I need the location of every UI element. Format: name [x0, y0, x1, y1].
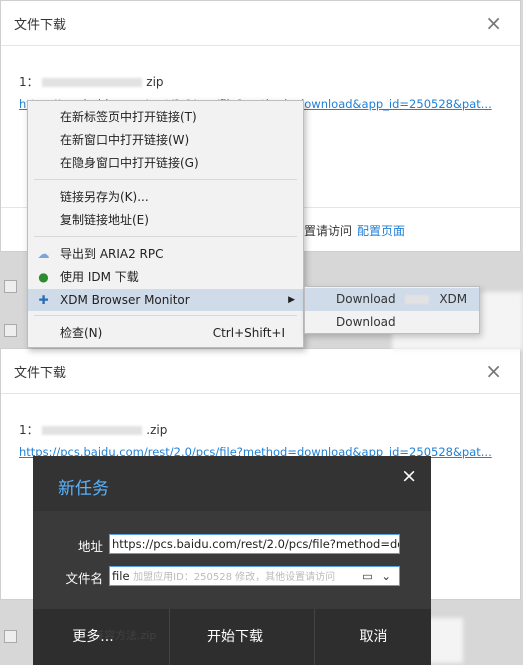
blurred-filename [42, 78, 143, 87]
close-icon[interactable]: × [485, 11, 502, 35]
task-dialog-title: 新任务 [58, 479, 109, 499]
menu-open-new-tab[interactable]: 在新标签页中打开链接(T) [28, 106, 303, 128]
xdm-icon: ✚ [38, 293, 49, 307]
menu-open-new-window[interactable]: 在新窗口中打开链接(W) [28, 129, 303, 151]
menu-label: 导出到 ARIA2 RPC [60, 247, 164, 261]
task-dialog-buttons: 兼容方法.zip 更多... 开始下载 取消 [33, 609, 431, 665]
menu-inspect[interactable]: 检查(N) Ctrl+Shift+I [28, 322, 303, 344]
menu-label: XDM Browser Monitor [60, 293, 190, 307]
list-checkbox[interactable] [4, 630, 17, 643]
footer-text: 置请访问 [304, 224, 353, 238]
menu-copy-link[interactable]: 复制链接地址(E) [28, 209, 303, 231]
menu-shortcut: Ctrl+Shift+I [212, 326, 285, 340]
close-icon[interactable]: × [485, 359, 502, 383]
start-download-button[interactable]: 开始下载 [169, 609, 300, 665]
idm-globe-icon: ● [38, 270, 49, 284]
folder-icon[interactable]: ▭ [362, 567, 373, 585]
submenu-arrow-icon: ▶ [288, 295, 295, 305]
menu-label: 使用 IDM 下载 [60, 270, 139, 284]
address-label: 地址 [77, 539, 103, 554]
task-dialog-header: 新任务 × [33, 456, 431, 511]
list-checkbox[interactable] [4, 280, 17, 293]
submenu-suffix: XDM [439, 292, 468, 306]
more-button[interactable]: 更多... [33, 609, 153, 665]
submenu-label: Download [336, 315, 396, 329]
context-menu: 在新标签页中打开链接(T) 在新窗口中打开链接(W) 在隐身窗口中打开链接(G)… [27, 100, 304, 348]
address-input[interactable]: https://pcs.baidu.com/rest/2.0/pcs/file?… [109, 534, 400, 554]
menu-idm-download[interactable]: ● 使用 IDM 下载 [28, 266, 303, 288]
file-index: 1： [19, 75, 39, 89]
file-name: 1： zip [19, 73, 164, 90]
submenu-download-xdm[interactable]: Download XDM [305, 288, 479, 311]
dialog-title: 文件下载 [14, 366, 67, 381]
menu-open-incognito[interactable]: 在隐身窗口中打开链接(G) [28, 152, 303, 174]
new-task-dialog: 新任务 × 地址 https://pcs.baidu.com/rest/2.0/… [33, 456, 431, 665]
dialog-header: 文件下载 × [1, 349, 520, 394]
submenu-label: Download [336, 292, 396, 306]
filename-label: 文件名 [65, 571, 103, 586]
dialog-title: 文件下载 [14, 18, 67, 33]
filename-input[interactable]: file 加盟应用ID：250528 修改，其他设置请访问 ▭ ⌄ [109, 566, 400, 586]
dialog-header: 文件下载 × [1, 1, 520, 46]
menu-export-aria2[interactable]: ☁ 导出到 ARIA2 RPC [28, 243, 303, 265]
filename-value: file [112, 569, 130, 583]
xdm-submenu: Download XDM Download [304, 286, 480, 334]
chevron-down-icon[interactable]: ⌄ [381, 567, 391, 585]
file-ext: zip [146, 75, 164, 89]
file-ext: .zip [146, 423, 168, 437]
menu-save-link-as[interactable]: 链接另存为(K)... [28, 186, 303, 208]
config-page-link[interactable]: 配置页面 [357, 222, 405, 239]
menu-xdm-browser-monitor[interactable]: ✚ XDM Browser Monitor ▶ [28, 289, 303, 311]
filename-overlay-text: 加盟应用ID：250528 修改，其他设置请访问 [133, 572, 336, 583]
menu-separator [34, 315, 297, 316]
cloud-icon: ☁ [37, 247, 50, 261]
file-index: 1： [19, 423, 39, 437]
list-checkbox[interactable] [4, 324, 17, 337]
cancel-button[interactable]: 取消 [314, 609, 432, 665]
menu-label: 检查(N) [60, 326, 103, 340]
close-icon[interactable]: × [401, 465, 417, 487]
menu-separator [34, 179, 297, 180]
blurred-text [405, 295, 430, 304]
blurred-filename [42, 426, 143, 435]
menu-separator [34, 236, 297, 237]
submenu-download[interactable]: Download [305, 311, 479, 334]
file-name: 1： .zip [19, 421, 167, 438]
